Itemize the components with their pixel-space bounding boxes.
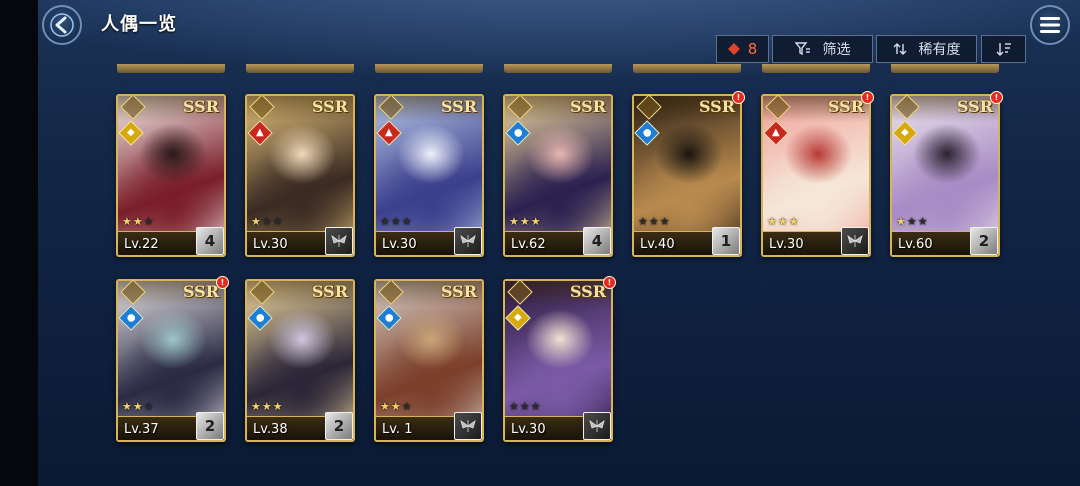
star-icon: ★: [530, 215, 542, 228]
level-label: Lv.60: [898, 237, 933, 252]
star-icon: ★: [143, 400, 155, 413]
character-card[interactable]: SSR ● ★★★ Lv.62 4: [503, 94, 613, 257]
star-icon: ★: [251, 215, 262, 228]
rarity-label: SSR: [311, 97, 348, 116]
notification-dot-icon: !: [861, 91, 874, 104]
notification-dot-icon: !: [732, 91, 745, 104]
star-icon: ★: [519, 215, 531, 228]
star-icon: ★: [390, 400, 402, 413]
star-icon: ★: [272, 215, 284, 228]
level-label: Lv.38: [253, 422, 288, 437]
star-icon: ★: [132, 400, 144, 413]
rarity-label: SSR: [182, 282, 219, 301]
star-icon: ★: [272, 400, 284, 413]
star-icon: ★: [788, 215, 800, 228]
level-label: Lv.30: [511, 422, 546, 437]
character-card[interactable]: SSR ◆ ★★★ Lv.30!: [503, 276, 616, 442]
star-rating: ★★★: [767, 215, 800, 228]
star-icon: ★: [261, 215, 273, 228]
level-label: Lv.30: [382, 237, 417, 252]
star-rating: ★★★: [122, 400, 155, 413]
character-card[interactable]: SSR ▲ ★★★ Lv.30!: [761, 91, 874, 257]
rarity-label: SSR: [440, 97, 477, 116]
star-icon: ★: [648, 215, 660, 228]
rarity-label: SSR: [956, 97, 993, 116]
notification-dot-icon: !: [603, 276, 616, 289]
star-icon: ★: [380, 215, 391, 228]
star-icon: ★: [767, 215, 778, 228]
level-label: Lv.40: [640, 237, 675, 252]
character-grid: SSR ◆ ★★★ Lv.22 4 SSR ▲ ★★★ Lv.30 SSR ▲ ★★★ Lv.30 SSR…: [0, 0, 1080, 486]
character-card[interactable]: SSR ● ★★★ Lv.38 2: [245, 279, 355, 442]
star-rating: ★★★: [509, 215, 542, 228]
notification-dot-icon: !: [216, 276, 229, 289]
star-icon: ★: [122, 215, 133, 228]
star-rating: ★★★: [251, 215, 284, 228]
level-label: Lv.30: [769, 237, 804, 252]
star-icon: ★: [401, 215, 413, 228]
level-label: Lv.22: [124, 237, 159, 252]
awaken-count-badge: 2: [196, 412, 224, 440]
level-label: Lv.37: [124, 422, 159, 437]
rarity-label: SSR: [440, 282, 477, 301]
star-icon: ★: [390, 215, 402, 228]
star-rating: ★★★: [251, 400, 284, 413]
star-icon: ★: [917, 215, 929, 228]
star-icon: ★: [530, 400, 542, 413]
awaken-count-badge: 4: [196, 227, 224, 255]
character-card[interactable]: SSR ● ★★★ Lv.37 2!: [116, 276, 229, 442]
star-icon: ★: [143, 215, 155, 228]
star-rating: ★★★: [380, 215, 413, 228]
rarity-label: SSR: [827, 97, 864, 116]
wing-emblem-icon: [325, 227, 353, 255]
wing-emblem-icon: [454, 412, 482, 440]
wing-emblem-icon: [841, 227, 869, 255]
character-card[interactable]: SSR ▲ ★★★ Lv.30: [245, 94, 355, 257]
awaken-count-badge: 4: [583, 227, 611, 255]
star-icon: ★: [401, 400, 413, 413]
character-card[interactable]: SSR ▲ ★★★ Lv.30: [374, 94, 484, 257]
awaken-count-badge: 2: [325, 412, 353, 440]
awaken-count-badge: 1: [712, 227, 740, 255]
level-label: Lv.30: [253, 237, 288, 252]
star-icon: ★: [777, 215, 789, 228]
star-rating: ★★★: [896, 215, 929, 228]
star-icon: ★: [659, 215, 671, 228]
wing-emblem-icon: [583, 412, 611, 440]
level-label: Lv.62: [511, 237, 546, 252]
level-label: Lv. 1: [382, 422, 413, 437]
star-icon: ★: [380, 400, 391, 413]
rarity-label: SSR: [569, 97, 606, 116]
rarity-label: SSR: [182, 97, 219, 116]
star-icon: ★: [132, 215, 144, 228]
rarity-label: SSR: [311, 282, 348, 301]
character-card[interactable]: SSR ● ★★★ Lv.40 1!: [632, 91, 745, 257]
star-icon: ★: [251, 400, 262, 413]
rarity-label: SSR: [569, 282, 606, 301]
star-rating: ★★★: [638, 215, 671, 228]
star-rating: ★★★: [380, 400, 413, 413]
character-card[interactable]: SSR ◆ ★★★ Lv.22 4: [116, 94, 226, 257]
star-icon: ★: [906, 215, 918, 228]
star-rating: ★★★: [509, 400, 542, 413]
star-icon: ★: [261, 400, 273, 413]
rarity-label: SSR: [698, 97, 735, 116]
star-icon: ★: [638, 215, 649, 228]
star-icon: ★: [519, 400, 531, 413]
star-icon: ★: [896, 215, 907, 228]
awaken-count-badge: 2: [970, 227, 998, 255]
character-card[interactable]: SSR ◆ ★★★ Lv.60 2!: [890, 91, 1003, 257]
character-card[interactable]: SSR ● ★★★ Lv. 1: [374, 279, 484, 442]
star-icon: ★: [122, 400, 133, 413]
star-icon: ★: [509, 215, 520, 228]
star-rating: ★★★: [122, 215, 155, 228]
wing-emblem-icon: [454, 227, 482, 255]
star-icon: ★: [509, 400, 520, 413]
notification-dot-icon: !: [990, 91, 1003, 104]
